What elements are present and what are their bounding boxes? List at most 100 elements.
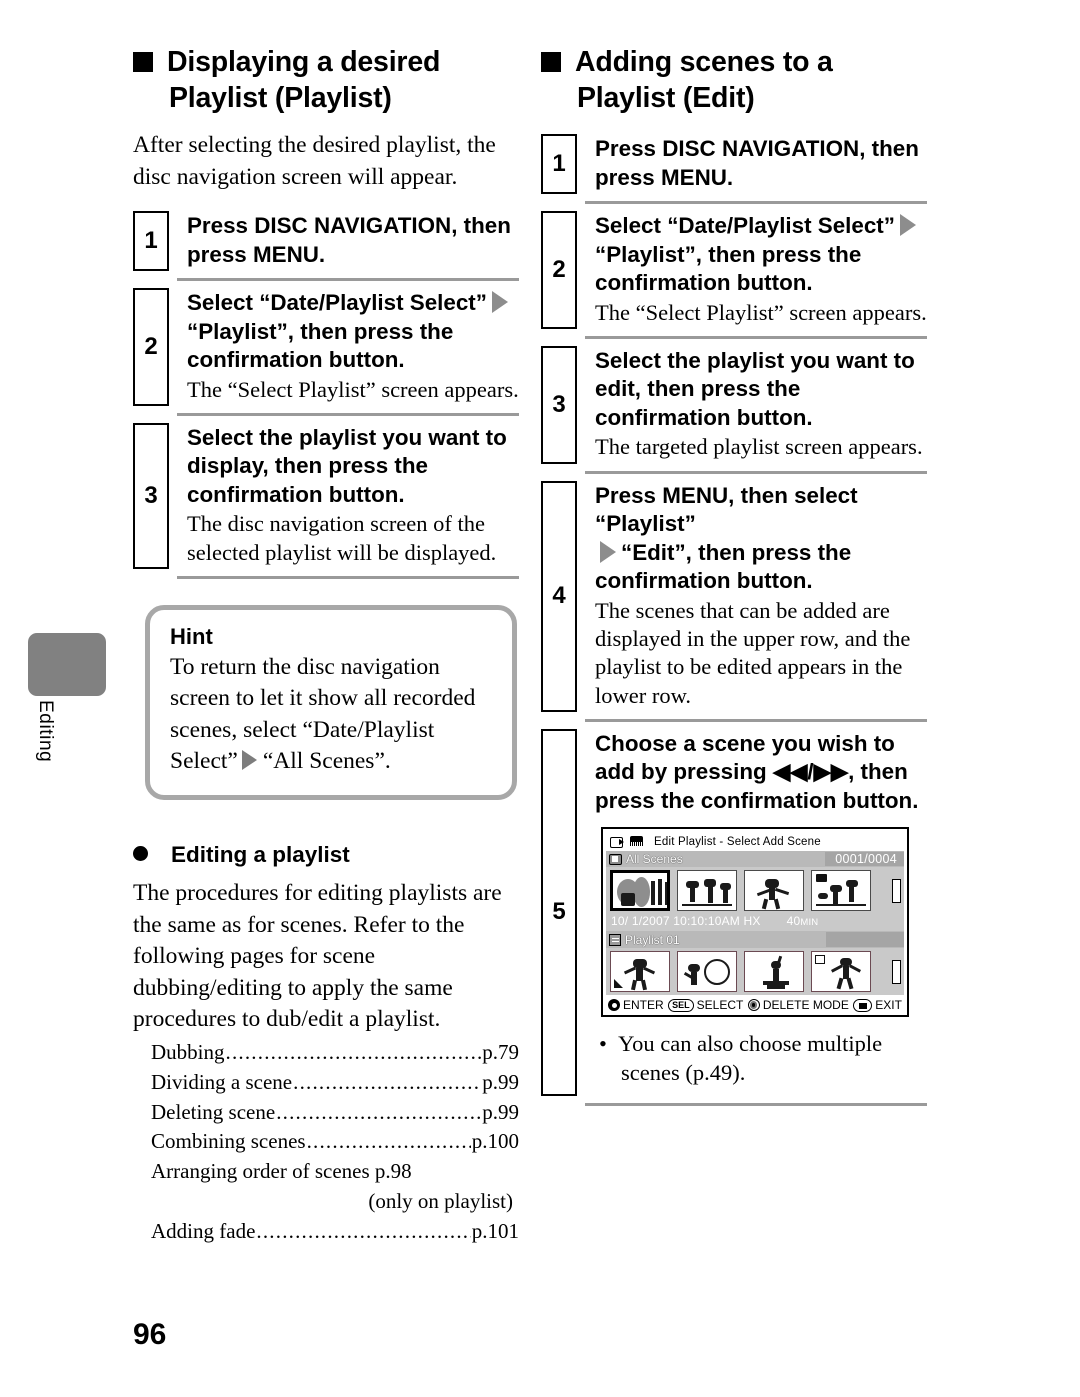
step-block: 2 Select “Date/Playlist Select” “Playlist… [133,288,519,413]
step-separator [585,718,927,722]
thumbnail-art [812,871,870,910]
reference-page: p.100 [471,1129,519,1154]
lcd-upper-row-header: All Scenes 0001/0004 [606,851,904,868]
filled-square-icon [541,52,561,72]
thumbnail-selected[interactable] [610,870,670,912]
step-text-bold2: MENU [660,164,727,190]
step-number-box: 5 [541,728,577,1096]
footer-label: ENTER [623,998,664,1013]
step-instruction: Select the playlist you want to display,… [187,424,507,507]
left-column: Displaying a desired Playlist (Playlist)… [133,44,519,1247]
thumbnail-art [745,952,803,991]
footer-button-select[interactable]: SEL SELECT [668,998,743,1012]
thumbnail[interactable] [677,951,737,993]
step-separator [585,1102,927,1106]
reference-row: Deleting scene .........................… [151,1098,519,1128]
scene-duration: 40 [786,914,801,929]
step-number: 1 [552,150,566,178]
step-block: 2 Select “Date/Playlist Select” “Playlist… [541,211,927,336]
reference-row: Adding fade ............................… [151,1217,519,1247]
footer-label: EXIT [875,998,902,1013]
sel-button-icon: SEL [668,998,694,1012]
step-number-box: 3 [133,422,169,569]
step-number-box: 2 [133,288,169,406]
reference-label: Dubbing [151,1039,225,1064]
step-body: Select “Date/Playlist Select” “Playlist”,… [177,288,519,413]
side-tab-label: Editing [35,700,56,763]
step-text-post: “Edit”, then press the confirmation butt… [595,539,852,594]
step-text-mid: “Playlist”, then press the confirmation … [595,241,862,296]
lcd-lower-thumbnail-strip[interactable] [606,948,904,996]
step-block: 1 Press DISC NAVIGATION, then press MENU… [541,134,927,201]
reference-note: (only on playlist) [368,1189,513,1214]
lcd-upper-row-label-group: All Scenes [609,852,683,866]
reference-page: p.79 [482,1039,519,1064]
step-body: Press MENU, then select “Playlist” “Edit”… [585,481,927,719]
delete-mode-icon [747,999,760,1012]
lcd-lower-row-label: Playlist 01 [625,932,680,947]
hint-callout: Hint To return the disc navigation scree… [145,605,517,800]
thumbnail-art [678,952,736,991]
thumbnail[interactable] [744,870,804,912]
bullet-dot-icon [133,846,148,861]
reference-row-plain: Arranging order of scenes p.98 [151,1159,412,1184]
thumbnail[interactable] [744,951,804,993]
step-block: 4 Press MENU, then select “Playlist” “Edi… [541,480,927,719]
thumbnail[interactable] [677,870,737,912]
step-text-pre: Select “Date/Playlist Select” [187,290,487,316]
lcd-scene-metadata: 10/ 1/2007 10:10:10AM HX 40MIN [606,914,904,932]
reference-row: Dubbing ................................… [151,1038,519,1068]
step-text-post: . [726,164,734,190]
fast-forward-icon: ▶▶ [813,759,849,785]
leader-dots: ........................................… [293,1069,481,1094]
lcd-title-bar: Edit Playlist - Select Add Scene [606,832,904,851]
step-block: 5 Choose a scene you wish to add by pres… [541,728,927,1103]
thumbnail[interactable] [811,951,871,993]
right-column: Adding scenes to a Playlist (Edit) 1 Pre… [541,44,927,1106]
step-block: 3 Select the playlist you want to edit, … [541,345,927,471]
right-section-heading: Adding scenes to a Playlist (Edit) [541,44,927,116]
thumbnail-art [611,952,669,991]
step-separator [585,470,927,474]
scene-duration-unit: MIN [800,917,819,929]
step-instruction: Press DISC NAVIGATION, then press MENU. [595,135,927,192]
counter-placeholder [826,932,904,948]
footer-label: SELECT [696,998,744,1013]
thumbnail[interactable] [811,870,871,912]
reference-label: Dividing a scene [151,1069,293,1094]
step-separator [177,278,519,282]
step-body: Select the playlist you want to display,… [177,423,519,576]
leader-dots: ........................................… [225,1039,482,1064]
step-text-pre: Press [187,213,255,239]
step-separator [585,201,927,205]
step-instruction: Press DISC NAVIGATION, then press MENU. [187,212,519,269]
hint-body: To return the disc navigation screen to … [170,652,494,777]
reference-row: Combining scenes .......................… [151,1127,519,1157]
playlist-icon [609,933,621,946]
subsection-heading: Editing a playlist [133,842,519,868]
exit-button-icon [853,998,873,1012]
scroll-indicator[interactable] [892,959,901,984]
step-subtext: The disc navigation screen of the select… [187,511,497,565]
thumbnail-art [812,952,870,991]
thumbnail-art [745,871,803,910]
step-number: 2 [552,256,566,284]
step-subtext: The scenes that can be added are display… [595,597,911,708]
footer-button-delete-mode[interactable]: DELETE MODE [747,998,849,1012]
camcorder-icon [610,835,627,849]
scene-counter: 0001/0004 [825,852,904,867]
footer-button-enter[interactable]: ENTER [608,998,664,1012]
thumb-index-tab [28,633,106,696]
leader-dots: ........................................… [276,1099,481,1124]
subsection-paragraph: The procedures for editing playlists are… [133,880,502,1033]
step-number: 2 [144,333,158,361]
footer-button-exit[interactable]: EXIT [853,998,902,1012]
step-instruction: Select “Date/Playlist Select” “Playlist”,… [187,289,519,374]
thumbnail[interactable] [610,951,670,993]
right-heading-text: Adding scenes to a Playlist (Edit) [575,46,833,115]
step-number-box: 1 [133,211,169,272]
scroll-indicator[interactable] [892,878,901,903]
step-text-pre: Press [595,136,663,162]
reference-page: p.99 [482,1069,519,1094]
lcd-upper-thumbnail-strip[interactable] [606,867,904,915]
